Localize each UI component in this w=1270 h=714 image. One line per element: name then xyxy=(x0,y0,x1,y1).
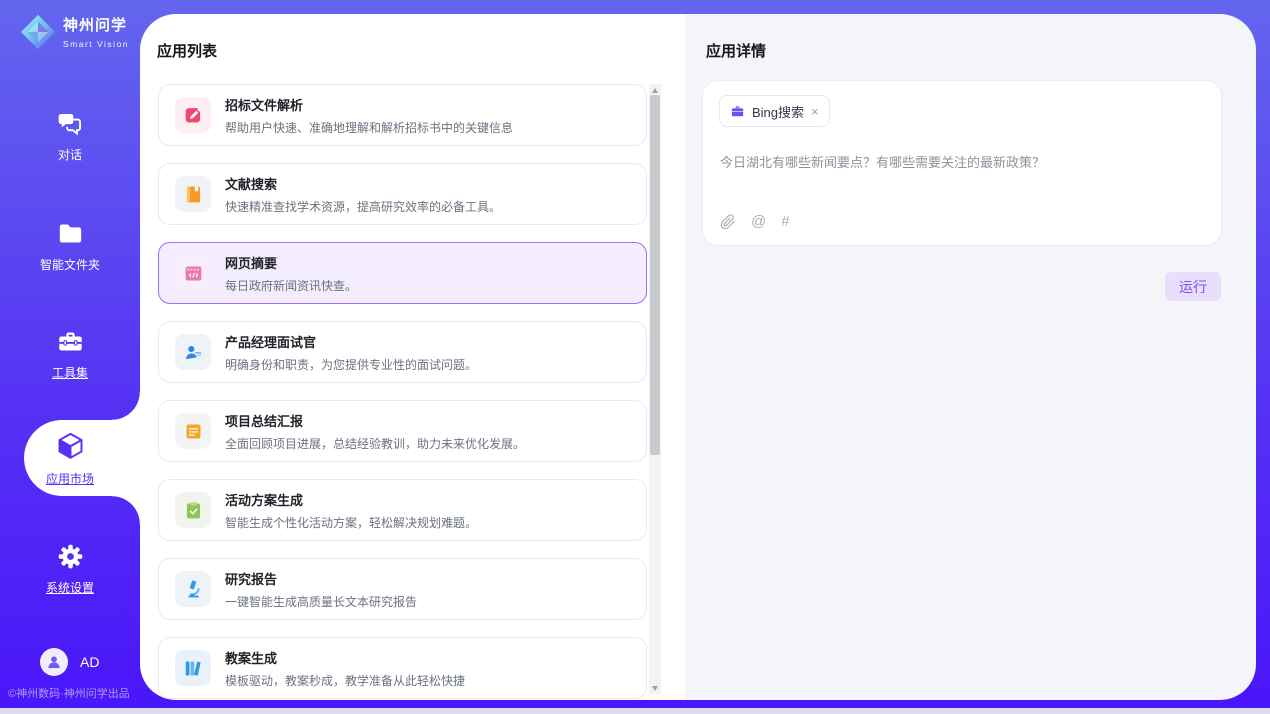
app-list-title: 应用列表 xyxy=(157,40,217,61)
toolbox-icon xyxy=(57,328,84,360)
microscope-icon xyxy=(175,571,211,607)
main-panel: 应用列表 招标文件解析 帮助用户快速、准确地理解和解析招标书中的关键信息 xyxy=(140,14,1256,700)
app-desc: 模板驱动，教案秒成，教学准备从此轻松快捷 xyxy=(225,672,465,689)
app-card-event-plan[interactable]: 活动方案生成 智能生成个性化活动方案，轻松解决规划难题。 xyxy=(158,479,647,541)
app-detail-pane: 应用详情 Bing搜索 × 今日湖北有哪些新闻要点？有哪些需要关注的最新政策？ xyxy=(685,14,1256,700)
user-account[interactable]: AD xyxy=(40,648,99,676)
gear-icon xyxy=(57,543,84,575)
app-desc: 快速精准查找学术资源，提高研究效率的必备工具。 xyxy=(225,198,501,215)
edit-document-icon xyxy=(175,97,211,133)
sidebar-item-chat[interactable]: 对话 xyxy=(0,110,140,163)
sidebar-item-label: 应用市场 xyxy=(0,470,140,487)
user-initials: AD xyxy=(80,654,99,670)
hash-icon[interactable]: # xyxy=(781,213,789,230)
sidebar-item-label: 智能文件夹 xyxy=(0,256,140,273)
brand-name: 神州问学 xyxy=(63,17,129,34)
app-desc: 全面回顾项目进展，总结经验教训，助力未来优化发展。 xyxy=(225,435,525,452)
app-card-pm-interviewer[interactable]: 产品经理面试官 明确身份和职责，为您提供专业性的面试问题。 xyxy=(158,321,647,383)
webpage-code-icon xyxy=(175,255,211,291)
bottom-strip xyxy=(0,708,1270,714)
close-icon[interactable]: × xyxy=(811,105,819,118)
sidebar-item-label: 对话 xyxy=(0,146,140,163)
composer-card[interactable]: Bing搜索 × 今日湖北有哪些新闻要点？有哪些需要关注的最新政策？ @ # xyxy=(702,80,1222,246)
cube-icon xyxy=(55,430,86,466)
brand-logo: 神州问学 Smart Vision xyxy=(19,13,129,56)
brand-diamond-icon xyxy=(19,13,57,56)
avatar xyxy=(40,648,68,676)
app-root: 神州问学 Smart Vision 对话 智能文件夹 xyxy=(0,0,1270,714)
scrollbar-thumb[interactable] xyxy=(650,95,660,455)
clipboard-check-icon xyxy=(175,492,211,528)
active-tab-curve-bottom xyxy=(112,496,140,524)
app-title: 网页摘要 xyxy=(225,253,357,272)
brand-subtitle: Smart Vision xyxy=(63,39,129,49)
app-title: 研究报告 xyxy=(225,569,417,588)
chat-icon xyxy=(57,110,84,142)
app-desc: 帮助用户快速、准确地理解和解析招标书中的关键信息 xyxy=(225,119,513,136)
tool-chip-bing-search[interactable]: Bing搜索 × xyxy=(719,95,830,127)
app-title: 产品经理面试官 xyxy=(225,332,477,351)
app-desc: 一键智能生成高质量长文本研究报告 xyxy=(225,593,417,610)
tool-chip-label: Bing搜索 xyxy=(752,102,804,121)
person-icon xyxy=(45,653,63,671)
folder-icon xyxy=(57,220,84,252)
sidebar-item-app-market[interactable]: 应用市场 xyxy=(0,430,140,487)
book-icon xyxy=(175,176,211,212)
at-icon[interactable]: @ xyxy=(751,213,766,230)
app-title: 招标文件解析 xyxy=(225,95,513,114)
app-title: 项目总结汇报 xyxy=(225,411,525,430)
app-title: 活动方案生成 xyxy=(225,490,477,509)
sidebar-item-label: 系统设置 xyxy=(0,579,140,596)
composer-toolbar: @ # xyxy=(720,213,790,230)
app-card-bid-parsing[interactable]: 招标文件解析 帮助用户快速、准确地理解和解析招标书中的关键信息 xyxy=(158,84,647,146)
note-icon xyxy=(175,413,211,449)
paperclip-icon[interactable] xyxy=(720,214,736,230)
app-card-lesson-plan[interactable]: 教案生成 模板驱动，教案秒成，教学准备从此轻松快捷 xyxy=(158,637,647,699)
app-card-web-summary[interactable]: 网页摘要 每日政府新闻资讯快查。 xyxy=(158,242,647,304)
app-title: 文献搜索 xyxy=(225,174,501,193)
sidebar-item-toolset[interactable]: 工具集 xyxy=(0,328,140,381)
app-desc: 智能生成个性化活动方案，轻松解决规划难题。 xyxy=(225,514,477,531)
list-scrollbar[interactable] xyxy=(649,84,661,694)
app-list-pane: 应用列表 招标文件解析 帮助用户快速、准确地理解和解析招标书中的关键信息 xyxy=(140,14,685,700)
sidebar-item-smart-folder[interactable]: 智能文件夹 xyxy=(0,220,140,273)
sidebar-item-settings[interactable]: 系统设置 xyxy=(0,543,140,596)
sidebar: 神州问学 Smart Vision 对话 智能文件夹 xyxy=(0,0,140,708)
briefcase-icon xyxy=(730,104,745,119)
app-card-literature-search[interactable]: 文献搜索 快速精准查找学术资源，提高研究效率的必备工具。 xyxy=(158,163,647,225)
copyright-text: ©神州数码·神州问学出品 xyxy=(8,685,130,701)
interviewer-icon xyxy=(175,334,211,370)
scroll-down-icon[interactable] xyxy=(649,682,661,694)
books-icon xyxy=(175,650,211,686)
app-card-list: 招标文件解析 帮助用户快速、准确地理解和解析招标书中的关键信息 文献搜索 xyxy=(158,84,647,700)
active-tab-curve-top xyxy=(112,392,140,420)
run-button[interactable]: 运行 xyxy=(1165,272,1221,301)
app-detail-title: 应用详情 xyxy=(706,40,766,61)
app-desc: 每日政府新闻资讯快查。 xyxy=(225,277,357,294)
app-card-research-report[interactable]: 研究报告 一键智能生成高质量长文本研究报告 xyxy=(158,558,647,620)
app-card-project-summary[interactable]: 项目总结汇报 全面回顾项目进展，总结经验教训，助力未来优化发展。 xyxy=(158,400,647,462)
app-title: 教案生成 xyxy=(225,648,465,667)
sidebar-item-label: 工具集 xyxy=(0,364,140,381)
query-text[interactable]: 今日湖北有哪些新闻要点？有哪些需要关注的最新政策？ xyxy=(720,152,1045,171)
app-desc: 明确身份和职责，为您提供专业性的面试问题。 xyxy=(225,356,477,373)
